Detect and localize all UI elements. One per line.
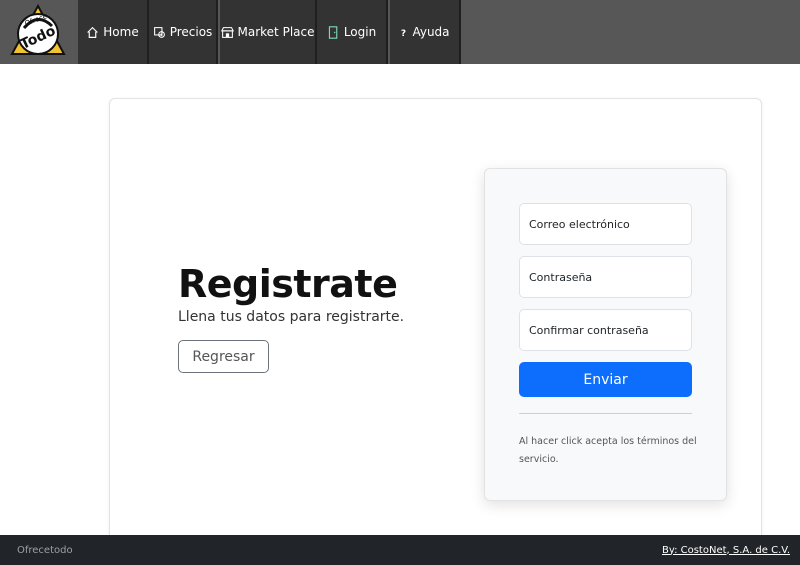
nav-item-precios[interactable]: $ Precios — [149, 0, 218, 64]
footer: Ofrecetodo By: CostoNet, S.A. de C.V. — [0, 535, 800, 565]
price-tag-icon: $ — [153, 26, 166, 39]
svg-text:$: $ — [160, 32, 163, 37]
door-icon — [327, 25, 340, 39]
home-icon — [86, 26, 99, 39]
footer-credit-link[interactable]: By: CostoNet, S.A. de C.V. — [662, 545, 790, 556]
svg-text:?: ? — [401, 28, 406, 38]
password-field[interactable] — [519, 256, 692, 298]
email-field[interactable] — [519, 203, 692, 245]
nav-label-home: Home — [103, 25, 139, 39]
nav-item-ayuda[interactable]: ? Ayuda — [390, 0, 461, 64]
page-subtitle: Llena tus datos para registrarte. — [178, 309, 405, 325]
nav-label-ayuda: Ayuda — [412, 25, 450, 39]
form-divider — [519, 413, 692, 414]
store-icon — [220, 26, 234, 39]
nav-label-login: Login — [343, 25, 377, 39]
back-button[interactable]: Regresar — [178, 340, 269, 373]
footer-brand: Ofrecetodo — [17, 544, 73, 556]
confirm-password-field[interactable] — [519, 309, 692, 351]
brand-logo[interactable]: Todo Ofrece — [10, 3, 66, 60]
submit-button[interactable]: Enviar — [519, 362, 692, 397]
nav-item-home[interactable]: Home — [78, 0, 149, 64]
nav-item-login[interactable]: Login — [317, 0, 388, 64]
nav-label-market-place: Market Place — [237, 25, 315, 39]
question-icon: ? — [399, 26, 408, 39]
page-title: Registrate — [178, 262, 398, 306]
terms-text: Al hacer click acepta los términos del s… — [519, 436, 697, 465]
top-navbar: Todo Ofrece Home $ Precios Market Place … — [0, 0, 800, 64]
nav-item-market-place[interactable]: Market Place — [220, 0, 317, 64]
nav-label-precios: Precios — [169, 25, 213, 39]
